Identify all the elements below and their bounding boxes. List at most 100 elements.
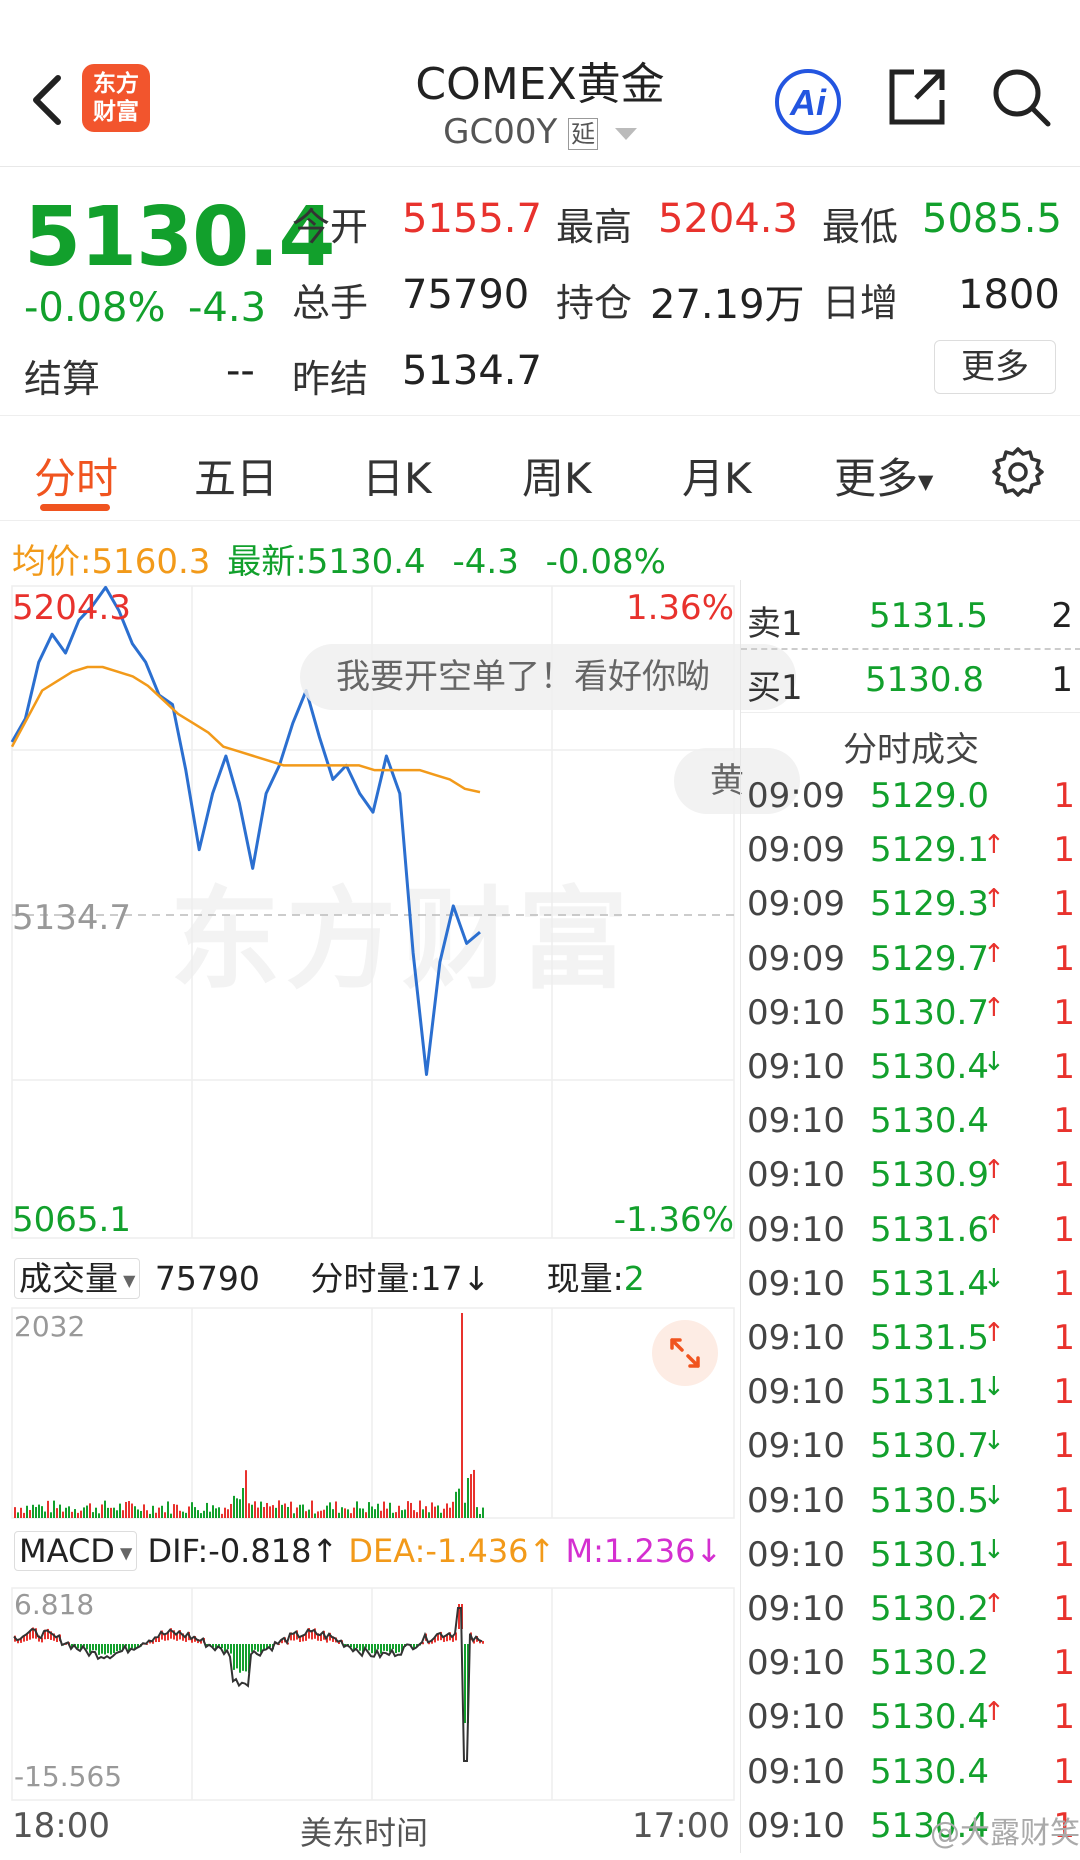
open-interest-value: 27.19万 (650, 282, 805, 328)
trade-time: 09:10 (747, 1101, 845, 1142)
trade-row: 09:10 5130.1 ↓ 1 (741, 1535, 1080, 1589)
caret-down-icon: ▼ (118, 1271, 136, 1290)
chevron-down-icon (614, 127, 637, 140)
volume-bar (110, 1507, 112, 1518)
volume-bar (53, 1500, 55, 1518)
volume-bar (479, 1513, 481, 1518)
macd-bar (398, 1644, 400, 1653)
volume-bar (131, 1503, 133, 1518)
m-value: M:1.236 (565, 1532, 696, 1570)
trade-price: 5130.1 (870, 1534, 989, 1575)
trade-arrow-icon: ↑ (983, 1318, 1005, 1348)
volume-bar (170, 1513, 172, 1518)
volume-bar (68, 1506, 70, 1518)
volume-bar (311, 1500, 313, 1518)
volume-bar (347, 1509, 349, 1518)
trade-time: 09:10 (747, 1480, 845, 1521)
trade-volume: 1 (1053, 776, 1075, 816)
trade-row: 09:10 5130.7 ↑ 1 (741, 993, 1080, 1047)
x-axis-timezone: 美东时间 (300, 1814, 429, 1852)
trade-volume: 1 (1053, 830, 1075, 871)
volume-bar (230, 1503, 232, 1518)
tab-more[interactable]: 更多▼ (834, 445, 933, 506)
trade-row: 09:10 5130.5 ↓ 1 (741, 1481, 1080, 1535)
search-icon[interactable] (990, 66, 1052, 128)
trade-row: 09:09 5129.7 ↑ 1 (741, 939, 1080, 993)
tab-daily-k[interactable]: 日K (362, 445, 432, 506)
open-label: 今开 (292, 205, 369, 249)
active-tab-indicator (40, 504, 110, 511)
volume-bar (104, 1500, 106, 1518)
ai-icon[interactable]: Ai (772, 68, 844, 136)
macd-bar (101, 1644, 103, 1654)
volume-bar (29, 1510, 31, 1518)
trade-time: 09:10 (747, 992, 845, 1033)
volume-bar (125, 1501, 127, 1518)
volume-bar (341, 1507, 343, 1518)
volume-bar (281, 1504, 283, 1518)
tab-more-label: 更多 (834, 454, 919, 503)
volume-bar (365, 1512, 367, 1518)
volume-bar (431, 1502, 433, 1518)
trade-row: 09:09 5129.1 ↑ 1 (741, 830, 1080, 884)
tab-five-day[interactable]: 五日 (194, 445, 278, 506)
trade-time: 09:10 (747, 1805, 845, 1846)
chat-bubble-text: 我要开空单了！看好你呦 (336, 657, 710, 697)
expand-icon[interactable] (652, 1320, 718, 1386)
volume-bar (155, 1512, 157, 1518)
volume-bar (308, 1509, 310, 1518)
volume-bar (446, 1503, 448, 1518)
tab-weekly-k[interactable]: 周K (522, 445, 592, 506)
macd-selector[interactable]: MACD ▼ (14, 1531, 138, 1571)
sell1-qty: 2 (1051, 596, 1073, 636)
share-icon[interactable] (886, 66, 948, 128)
tab-intraday[interactable]: 分时 (34, 445, 118, 506)
volume-bar (137, 1509, 139, 1518)
trade-time: 09:10 (747, 1643, 845, 1684)
trade-price: 5131.6 (870, 1209, 989, 1250)
macd-bar (251, 1644, 253, 1652)
volume-bar (269, 1506, 271, 1518)
volume-bar (434, 1506, 436, 1518)
tab-monthly-k[interactable]: 月K (682, 445, 752, 506)
volume-bar (107, 1507, 109, 1518)
volume-bar (278, 1500, 280, 1518)
volume-bar (59, 1504, 61, 1518)
trade-price: 5130.7 (870, 992, 989, 1033)
macd-bar (107, 1644, 109, 1654)
volume-bar (197, 1510, 199, 1518)
trade-arrow-icon: ↑ (983, 884, 1005, 915)
macd-label: MACD (19, 1532, 115, 1570)
chat-bubble[interactable]: 我要开空单了！看好你呦 (300, 644, 796, 710)
trade-row: 09:10 5130.2 1 (741, 1643, 1080, 1697)
trade-volume: 1 (1053, 992, 1075, 1033)
volume-selector[interactable]: 成交量 ▼ (14, 1258, 141, 1299)
volume-bar (83, 1507, 85, 1518)
trade-volume: 1 (1053, 1372, 1075, 1413)
trade-volume: 1 (1053, 1589, 1075, 1629)
volume-bar (128, 1501, 130, 1518)
volume-bar (65, 1507, 67, 1518)
macd-bar (77, 1644, 79, 1649)
volume-bar (317, 1511, 319, 1518)
trade-price: 5130.4 (870, 1101, 989, 1142)
macd-bar (221, 1644, 223, 1649)
intraday-chart[interactable]: 东方财富 5204.3 5134.7 5065.1 1.36% -1.36% 我… (0, 580, 800, 1853)
macd-bar (119, 1644, 121, 1651)
macd-bar (377, 1644, 379, 1650)
volume-bar (20, 1507, 22, 1518)
volume-bar (245, 1470, 247, 1518)
trade-volume: 1 (1053, 1318, 1075, 1358)
avg-label: 均价: (12, 542, 92, 582)
volume-bar (332, 1509, 334, 1518)
gear-icon[interactable] (992, 446, 1044, 498)
volume-axis-max: 2032 (14, 1310, 86, 1343)
quote-more-button[interactable]: 更多 (934, 340, 1056, 394)
macd-axis-max: 6.818 (14, 1588, 95, 1621)
trade-arrow-icon: ↑ (983, 830, 1005, 861)
volume-bar (395, 1512, 397, 1518)
macd-bar (227, 1644, 229, 1650)
volume-bar (380, 1510, 382, 1518)
trade-arrow-icon: ↓ (983, 1426, 1005, 1457)
trade-time: 09:10 (747, 1534, 845, 1575)
